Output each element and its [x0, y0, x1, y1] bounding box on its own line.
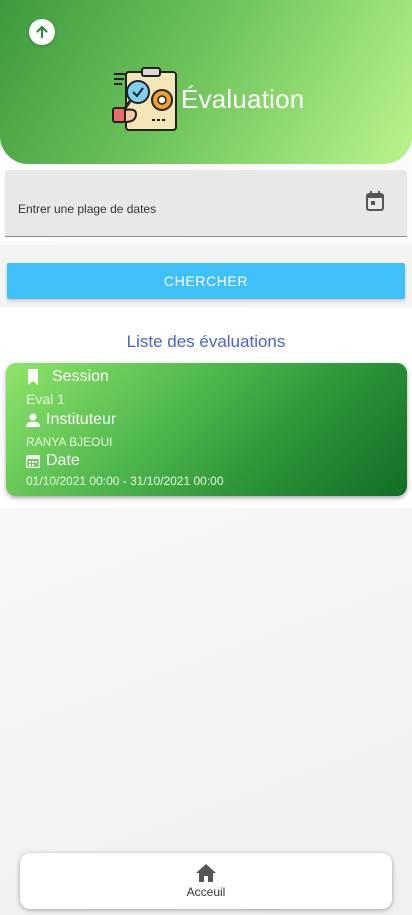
date-range-field[interactable]: Entrer une plage de dates: [5, 170, 407, 237]
calendar-small-icon: [26, 454, 40, 468]
search-section: CHERCHER: [0, 245, 412, 307]
evaluation-list-section: Liste des évaluations Session Eval 1 Ins…: [0, 308, 412, 508]
teacher-value: RANYA BJEOUI: [26, 435, 113, 449]
list-title: Liste des évaluations: [126, 332, 286, 351]
nav-home-label[interactable]: Acceuil: [187, 885, 226, 899]
date-range-placeholder: Entrer une plage de dates: [18, 202, 157, 216]
evaluation-card[interactable]: Session Eval 1 Instituteur RANYA BJEOUI …: [6, 363, 407, 496]
page-title: Évaluation: [181, 84, 305, 114]
date-value: 01/10/2021 00:00 - 31/10/2021 00:00: [26, 474, 224, 488]
calendar-icon[interactable]: [365, 190, 385, 212]
bottom-navigation: Acceuil: [20, 853, 392, 909]
header: Évaluation: [0, 0, 412, 164]
teacher-label: Instituteur: [46, 411, 117, 428]
person-icon: [26, 413, 40, 427]
teacher-row: Instituteur: [26, 411, 116, 429]
bookmark-icon: [26, 369, 40, 385]
date-label: Date: [46, 452, 80, 469]
back-to-top-button[interactable]: [29, 19, 55, 45]
date-row: Date: [26, 452, 80, 470]
session-value: Eval 1: [26, 391, 65, 407]
home-icon[interactable]: [195, 863, 217, 883]
session-label: Session: [52, 368, 109, 385]
arrow-up-icon: [36, 25, 48, 39]
evaluation-clipboard-icon: [112, 67, 177, 131]
search-button[interactable]: CHERCHER: [7, 263, 405, 299]
session-row: Session: [26, 368, 109, 386]
